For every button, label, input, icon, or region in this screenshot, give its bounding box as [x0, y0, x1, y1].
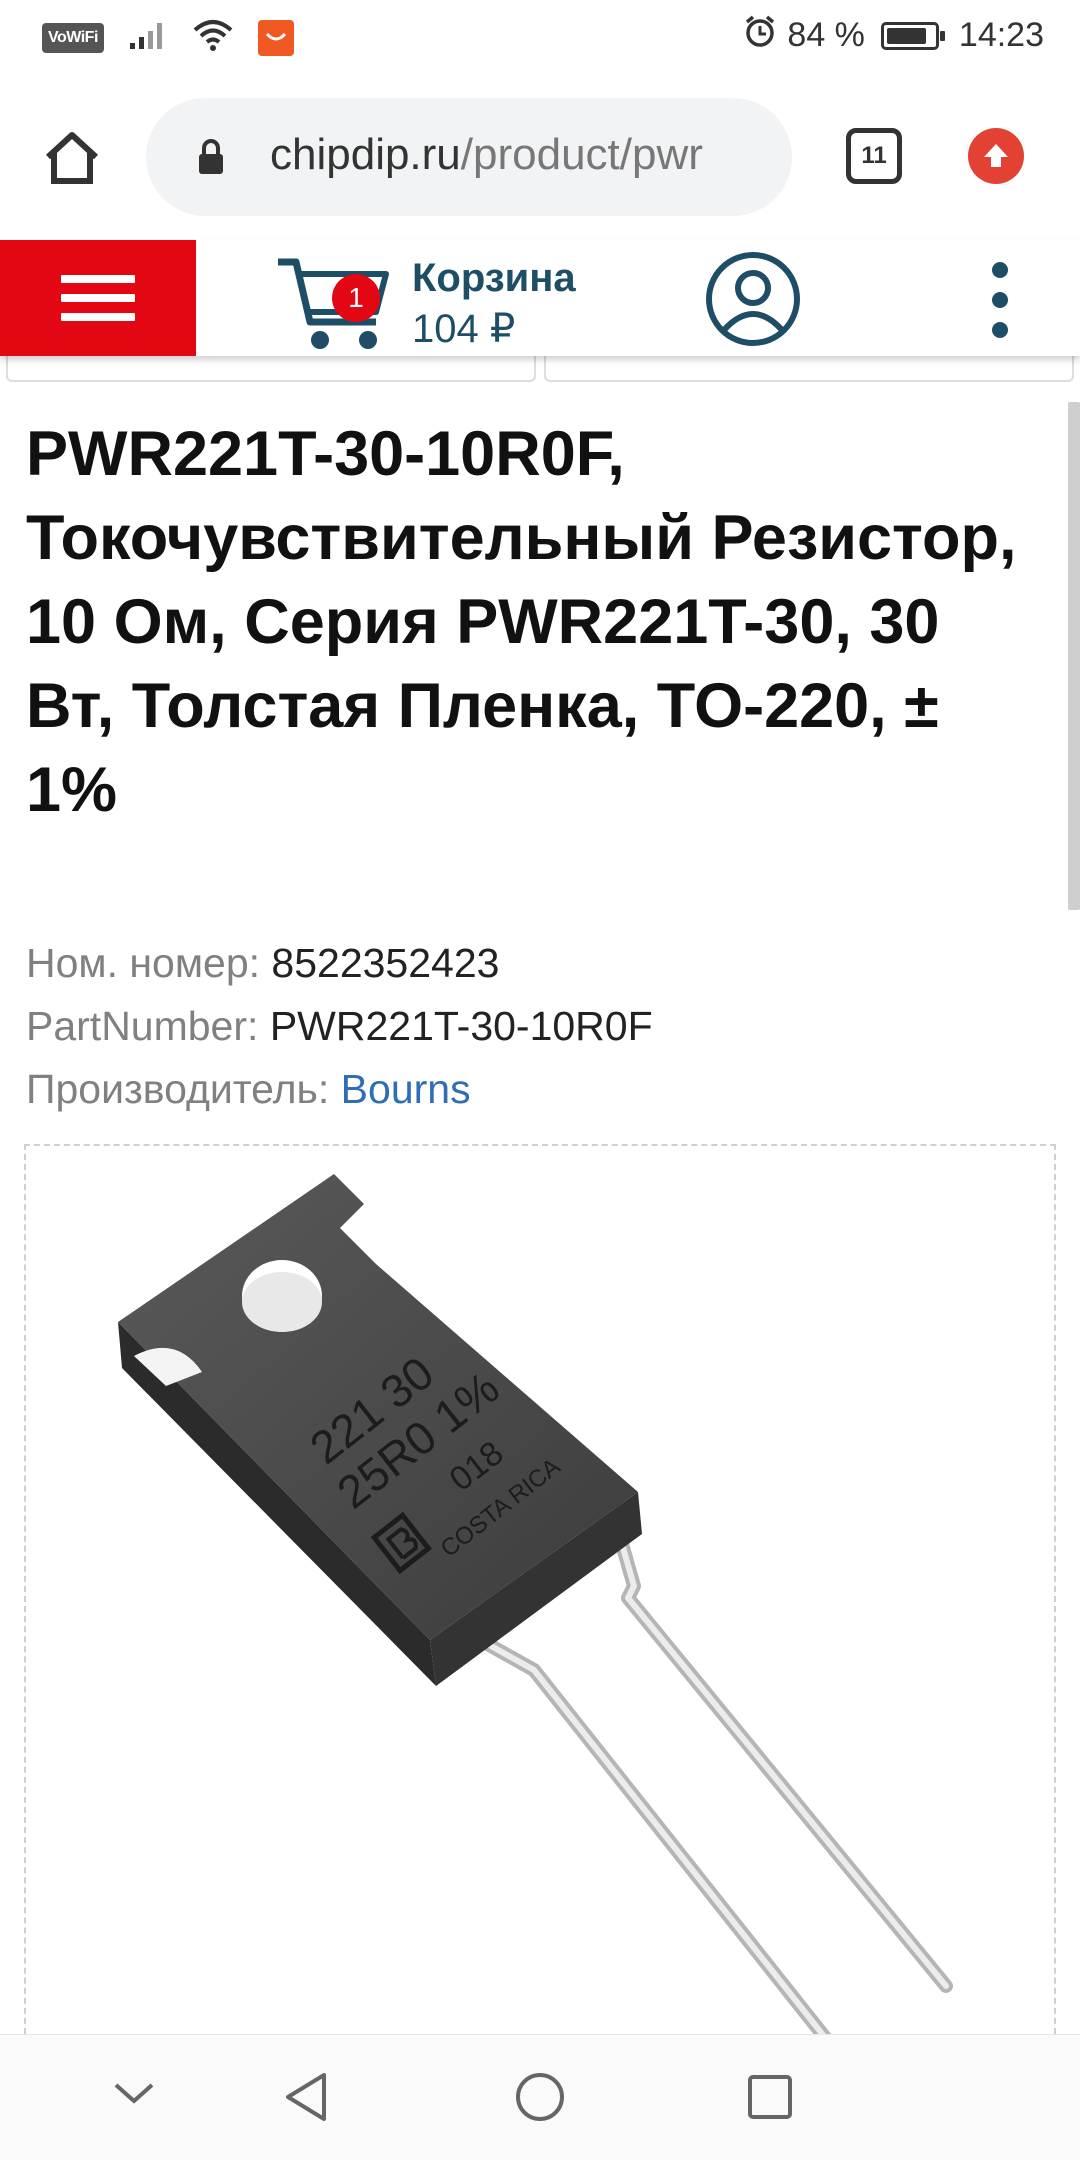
part-number-label: PartNumber: [26, 1003, 259, 1049]
home-button[interactable] [36, 122, 108, 194]
alarm-icon [743, 14, 777, 57]
page-scrollbar[interactable] [1068, 402, 1080, 910]
status-right: 84 % 14:23 [743, 14, 1044, 57]
cart-count-badge: 1 [332, 274, 380, 322]
update-button[interactable] [968, 128, 1024, 184]
item-number-value: 8522352423 [271, 940, 500, 986]
tabs-button[interactable]: 11 [846, 128, 902, 184]
vowifi-badge: VoWiFi [42, 22, 104, 53]
item-number-row: Ном. номер: 8522352423 [26, 940, 499, 987]
update-icon [984, 144, 1008, 167]
url-domain: chipdip.ru [270, 130, 461, 179]
signal-icon [128, 19, 168, 56]
manufacturer-row: Производитель: Bourns [26, 1066, 471, 1113]
part-number-row: PartNumber: PWR221T-30-10R0F [26, 1003, 653, 1050]
system-nav-bar [0, 2034, 1080, 2160]
product-image-frame[interactable]: 221 30 25R0 1% 018 COSTA RICA [24, 1144, 1056, 2044]
cart-label: Корзина [412, 256, 576, 300]
menu-button[interactable] [0, 240, 196, 356]
status-bar: VoWiFi 84 % 14:23 [0, 0, 1080, 72]
tabs-count: 11 [861, 142, 887, 169]
app-notification-icon [257, 19, 294, 56]
url-bar[interactable]: chipdip.ru/product/pwr [146, 98, 792, 216]
menu-icon [61, 264, 135, 332]
battery-icon [880, 21, 945, 50]
home-circle-icon[interactable] [514, 2071, 566, 2123]
url-text: chipdip.ru/product/pwr [270, 130, 703, 180]
clock: 14:23 [958, 16, 1044, 54]
chevron-down-icon[interactable] [112, 2079, 156, 2109]
cart-button[interactable]: 1 Корзина 104 ₽ [276, 250, 676, 351]
item-number-label: Ном. номер: [26, 940, 261, 986]
battery-percent: 84 % [787, 16, 865, 54]
manufacturer-label: Производитель: [26, 1066, 330, 1112]
back-icon[interactable] [282, 2071, 330, 2123]
more-vert-icon[interactable] [978, 254, 1022, 346]
wifi-icon [192, 18, 234, 57]
site-header: 1 Корзина 104 ₽ [0, 240, 1080, 356]
url-path: /product/pwr [460, 130, 703, 179]
product-title: PWR221T-30-10R0F, Токочувствительный Рез… [26, 419, 1017, 825]
tab-stubs [0, 346, 1080, 384]
part-number-value: PWR221T-30-10R0F [269, 1003, 653, 1049]
lock-icon [196, 138, 226, 181]
status-left: VoWiFi [42, 18, 294, 57]
recents-icon[interactable] [746, 2073, 794, 2121]
browser-toolbar: chipdip.ru/product/pwr 11 [0, 72, 1080, 240]
user-icon [706, 252, 800, 346]
product-image: 221 30 25R0 1% 018 COSTA RICA [118, 1174, 953, 2044]
user-button[interactable] [704, 250, 802, 348]
manufacturer-link[interactable]: Bourns [341, 1066, 471, 1112]
home-icon [45, 132, 99, 184]
cart-sum: 104 ₽ [412, 307, 516, 351]
